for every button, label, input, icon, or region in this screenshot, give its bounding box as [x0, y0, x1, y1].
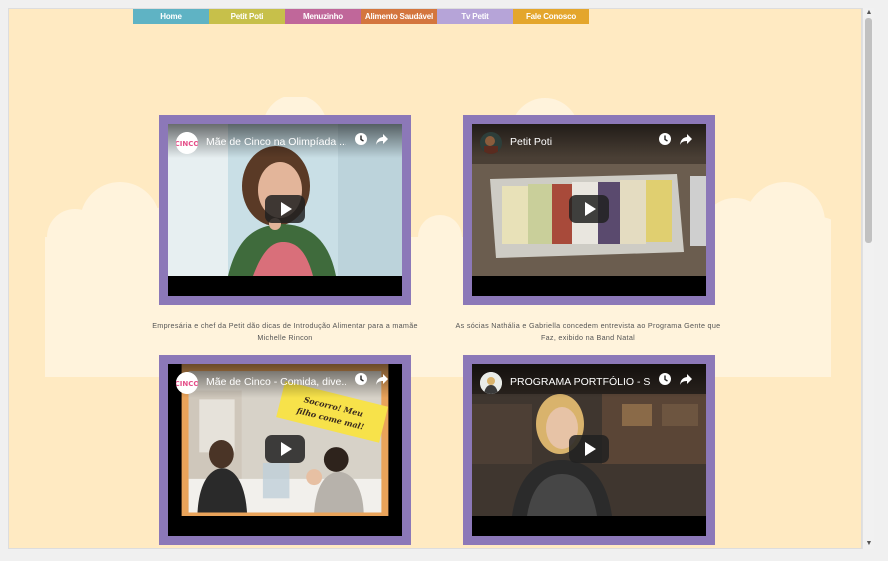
video-frame-4: PROGRAMA PORTFÓLIO - Sa... [463, 355, 715, 545]
nav-item-fale-conosco[interactable]: Fale Conosco [513, 9, 589, 24]
nav-item-tv-petit[interactable]: Tv Petit [437, 9, 513, 24]
video-frame-3: Socorro! Meu filho come mal! CINCO Mãe d… [159, 355, 411, 545]
video-caption-1: Empresária e chef da Petit dão dicas de … [152, 321, 418, 342]
play-button[interactable] [569, 435, 609, 463]
petit-poti-avatar-icon[interactable] [480, 132, 502, 154]
nav-item-alimento-saudavel[interactable]: Alimento Saudável [361, 9, 437, 24]
svg-text:CINCO: CINCO [176, 140, 198, 148]
nav-item-petit-poti[interactable]: Petit Poti [209, 9, 285, 24]
video-frame-1: CINCO Mãe de Cinco na Olimpíada ... [159, 115, 411, 305]
mae-de-cinco-logo-icon[interactable]: CINCO [176, 132, 198, 154]
share-icon[interactable] [679, 132, 693, 146]
video-title[interactable]: Mãe de Cinco - Comida, dive... [206, 376, 346, 388]
share-icon[interactable] [679, 372, 693, 386]
main-nav: Home Petit Poti Menuzinho Alimento Saudá… [133, 9, 589, 24]
nav-item-menuzinho[interactable]: Menuzinho [285, 9, 361, 24]
nav-item-label: Home [160, 12, 182, 21]
nav-item-home[interactable]: Home [133, 9, 209, 24]
video-frame-2: Petit Poti [463, 115, 715, 305]
video-player-1[interactable]: CINCO Mãe de Cinco na Olimpíada ... [168, 124, 402, 296]
video-caption-2: As sócias Nathália e Gabriella concedem … [455, 321, 721, 342]
play-button[interactable] [265, 435, 305, 463]
video-title[interactable]: PROGRAMA PORTFÓLIO - Sa... [510, 376, 650, 388]
nav-item-label: Tv Petit [461, 12, 489, 21]
vertical-scrollbar[interactable]: ▲ ▼ [862, 8, 874, 549]
nav-item-label: Alimento Saudável [364, 12, 434, 21]
play-button[interactable] [265, 195, 305, 223]
scroll-up-arrow-icon[interactable]: ▲ [863, 8, 875, 18]
watch-later-icon[interactable] [354, 132, 368, 146]
video-title[interactable]: Mãe de Cinco na Olimpíada ... [206, 136, 346, 148]
mae-de-cinco-logo-icon[interactable]: CINCO [176, 372, 198, 394]
video-player-2[interactable]: Petit Poti [472, 124, 706, 296]
scroll-down-arrow-icon[interactable]: ▼ [863, 539, 875, 549]
svg-text:CINCO: CINCO [176, 380, 198, 388]
nav-item-label: Petit Poti [230, 12, 264, 21]
page-viewport: Home Petit Poti Menuzinho Alimento Saudá… [8, 8, 862, 549]
video-player-3[interactable]: Socorro! Meu filho come mal! CINCO Mãe d… [168, 364, 402, 536]
watch-later-icon[interactable] [658, 372, 672, 386]
share-icon[interactable] [375, 372, 389, 386]
scrollbar-thumb[interactable] [865, 18, 872, 243]
video-player-4[interactable]: PROGRAMA PORTFÓLIO - Sa... [472, 364, 706, 536]
share-icon[interactable] [375, 132, 389, 146]
play-button[interactable] [569, 195, 609, 223]
nav-item-label: Menuzinho [303, 12, 343, 21]
video-title[interactable]: Petit Poti [510, 136, 650, 148]
nav-item-label: Fale Conosco [525, 12, 577, 21]
watch-later-icon[interactable] [354, 372, 368, 386]
watch-later-icon[interactable] [658, 132, 672, 146]
portfolio-avatar-icon[interactable] [480, 372, 502, 394]
